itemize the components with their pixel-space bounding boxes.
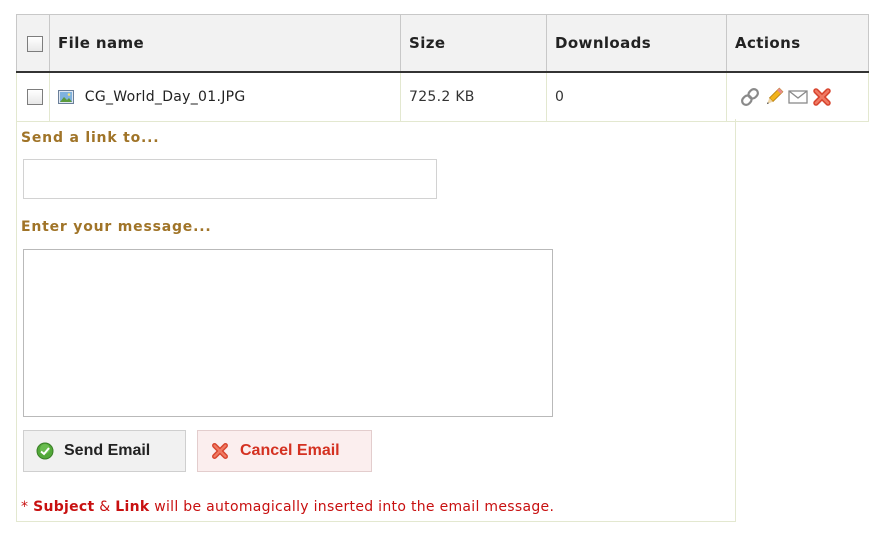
- recipient-input[interactable]: [23, 159, 437, 199]
- note-amp: &: [94, 499, 116, 515]
- table-row: CG_World_Day_01.JPG 725.2 KB 0: [16, 72, 869, 122]
- file-size-cell: 725.2 KB: [400, 72, 547, 122]
- message-textarea[interactable]: [23, 249, 553, 417]
- email-icon[interactable]: [787, 86, 809, 108]
- row-checkbox[interactable]: [27, 89, 43, 105]
- file-name-link[interactable]: CG_World_Day_01.JPG: [85, 89, 246, 105]
- note-suffix: will be automagically inserted into the …: [149, 499, 555, 515]
- note-link: Link: [115, 499, 150, 515]
- send-email-button[interactable]: Send Email: [23, 430, 186, 472]
- file-name-cell: CG_World_Day_01.JPG: [49, 72, 401, 122]
- send-link-label: Send a link to...: [21, 130, 160, 146]
- message-label: Enter your message...: [21, 219, 212, 235]
- file-table: File name Size Downloads Actions CG_Worl…: [16, 14, 869, 122]
- table-header-row: File name Size Downloads Actions: [16, 14, 869, 73]
- select-all-checkbox[interactable]: [27, 35, 43, 52]
- note-prefix: *: [21, 499, 34, 515]
- cancel-email-label: Cancel Email: [240, 442, 340, 459]
- cancel-email-button[interactable]: Cancel Email: [197, 430, 372, 472]
- send-link-panel: Send a link to... Enter your message... …: [16, 119, 736, 522]
- note-subject: Subject: [33, 499, 95, 515]
- column-header-size[interactable]: Size: [400, 14, 547, 73]
- column-header-file-name[interactable]: File name: [49, 14, 401, 73]
- image-file-icon: [58, 90, 74, 104]
- cancel-x-icon: [212, 443, 228, 459]
- edit-pencil-icon[interactable]: [763, 86, 785, 108]
- send-email-label: Send Email: [64, 442, 151, 459]
- auto-insert-note: * Subject & Link will be automagically i…: [21, 499, 554, 515]
- check-circle-icon: [36, 442, 54, 460]
- delete-icon[interactable]: [811, 86, 833, 108]
- actions-cell: [726, 72, 869, 122]
- row-select-cell: [16, 72, 50, 122]
- select-all-header: [16, 14, 50, 73]
- column-header-downloads[interactable]: Downloads: [546, 14, 727, 73]
- link-icon[interactable]: [739, 86, 761, 108]
- column-header-actions: Actions: [726, 14, 869, 73]
- file-table-container: File name Size Downloads Actions CG_Worl…: [16, 14, 869, 122]
- downloads-count-cell: 0: [546, 72, 727, 122]
